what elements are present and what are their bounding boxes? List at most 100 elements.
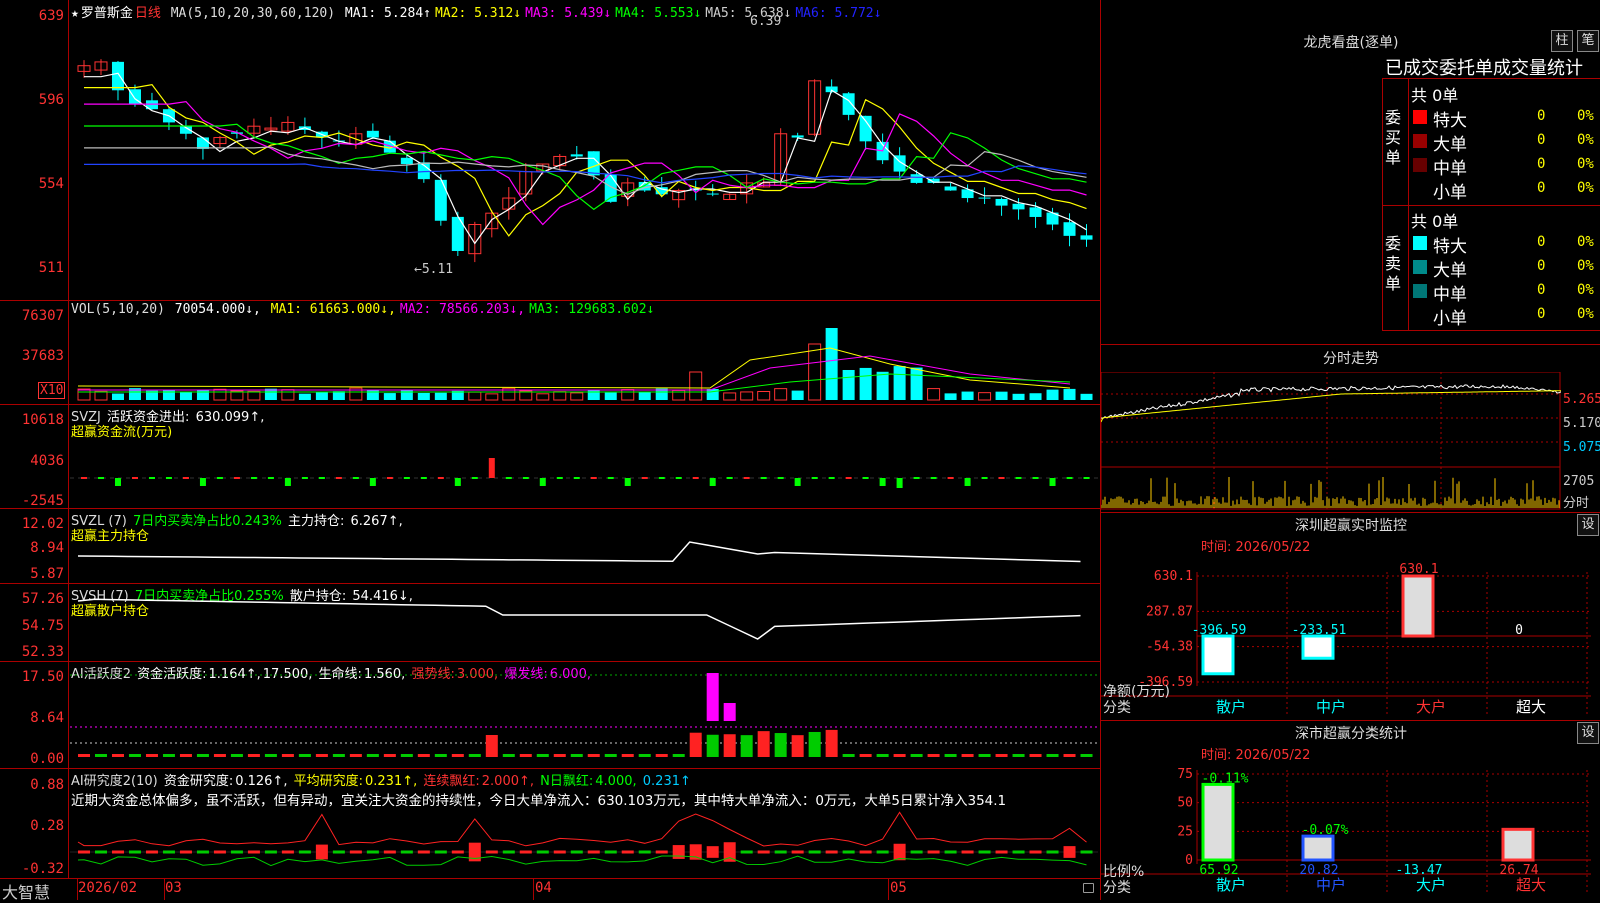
buy-row-count: 0 bbox=[1537, 180, 1546, 196]
activity-bar bbox=[621, 754, 634, 757]
brand-logo[interactable]: 大智慧 bbox=[2, 879, 50, 903]
y-label: 639 bbox=[38, 8, 64, 24]
bar-mode-button[interactable]: 柱 bbox=[1551, 30, 1573, 52]
activity-peak-bar bbox=[706, 673, 719, 721]
x-label: 03 bbox=[165, 880, 182, 896]
stats-bar bbox=[1501, 827, 1535, 862]
research-bar bbox=[247, 850, 260, 854]
research-bar bbox=[961, 850, 974, 854]
research-bar bbox=[434, 850, 447, 854]
stats-value-label: -13.47 bbox=[1396, 863, 1443, 878]
buy-row-name: 特大 bbox=[1433, 111, 1467, 131]
activity-bar bbox=[791, 735, 804, 757]
tick-mode-button[interactable]: 笔 bbox=[1577, 30, 1599, 52]
volume-bar bbox=[757, 390, 771, 401]
activity-bar bbox=[876, 754, 889, 757]
activity-bar bbox=[944, 754, 957, 757]
research-bar bbox=[604, 850, 617, 854]
volume-bar bbox=[298, 393, 311, 400]
ma-line bbox=[84, 100, 1087, 226]
sz-monitor-panel[interactable]: 深圳超赢实时监控 设 时间: 2026/05/22 630.1 287.87 -54… bbox=[1101, 512, 1600, 721]
svzj-tick bbox=[403, 477, 410, 479]
volume-bar bbox=[876, 371, 889, 400]
research-bar bbox=[553, 850, 566, 854]
research-bar bbox=[400, 850, 413, 854]
research-bar bbox=[264, 850, 277, 854]
y-label: -54.38 bbox=[1146, 640, 1193, 655]
y-label: 0.00 bbox=[30, 751, 64, 767]
candle-body bbox=[196, 137, 209, 149]
activity-bar bbox=[349, 754, 362, 757]
y-label: 54.75 bbox=[21, 618, 64, 634]
y-label: 10618 bbox=[21, 412, 64, 428]
candle-body bbox=[400, 157, 413, 165]
stats-bar-chart[interactable]: 75 50 25 0 比例%分类 散户 -0.11% 65.92 中户 -0.07% 20.82 大户… bbox=[1101, 764, 1600, 900]
volume-bar bbox=[689, 371, 703, 401]
svzl-y-axis: 12.02 8.94 5.87 bbox=[0, 508, 69, 583]
intraday-panel[interactable]: 分时走势 5.265 5.170 5.075 2705 分时 bbox=[1101, 344, 1600, 513]
volume-bars bbox=[77, 328, 1093, 401]
intraday-chart[interactable] bbox=[1101, 372, 1561, 510]
activity-bar bbox=[689, 732, 702, 757]
stats-bar bbox=[1201, 782, 1235, 862]
y-label: 25 bbox=[1177, 824, 1193, 839]
vol-name: VOL(5,10,20) bbox=[71, 302, 165, 317]
monitor-bar-chart[interactable]: 630.1287.87-54.38-396.59净额(万元)分类 散户-396.5… bbox=[1101, 556, 1600, 720]
svsh-holding-line bbox=[77, 598, 1081, 640]
svzj-tick bbox=[743, 477, 750, 479]
sell-color-swatch bbox=[1413, 284, 1427, 298]
research-bar bbox=[128, 850, 141, 854]
volume-bar bbox=[434, 392, 447, 400]
candle-body bbox=[434, 179, 447, 221]
activity-bar bbox=[961, 754, 974, 757]
research-bar bbox=[94, 850, 107, 854]
sell-row-count: 0 bbox=[1537, 234, 1546, 250]
sz-stats-panel[interactable]: 深市超赢分类统计 设 时间: 2026/05/22 75 50 25 0 比例% 分类 散户… bbox=[1101, 720, 1600, 900]
activity-bar bbox=[1046, 754, 1059, 757]
research-bar bbox=[893, 843, 906, 861]
svzj-tick bbox=[81, 477, 87, 479]
lock-icon[interactable] bbox=[1083, 883, 1094, 893]
high-price-mark: 6.39 bbox=[750, 14, 782, 29]
ai-research-panel[interactable]: 0.88 0.28 -0.32 AI研究度2(10) 资金研究度: 0.126↑,… bbox=[0, 768, 1100, 879]
monitor-settings-button[interactable]: 设 bbox=[1577, 514, 1599, 536]
svzj-bar bbox=[896, 478, 903, 488]
svsh-panel[interactable]: 57.26 54.75 52.33 SVSH (7) 7日内买卖净占比0.255… bbox=[0, 583, 1100, 662]
buy-row-name: 大单 bbox=[1433, 135, 1467, 155]
volume-bar bbox=[961, 391, 974, 400]
main-kline-panel[interactable]: 639 596 554 511 ★ 罗普斯金 日线 MA(5,10,20,30,60… bbox=[0, 0, 1100, 301]
y-label: 287.87 bbox=[1146, 604, 1193, 619]
ai-activity-panel[interactable]: 17.50 8.64 0.00 AI活跃度2 资金活跃度: 1.164↑, 17.5… bbox=[0, 661, 1100, 769]
ai-research-y-axis: 0.88 0.28 -0.32 bbox=[0, 768, 69, 878]
volume-bar bbox=[927, 388, 941, 401]
ai-research-bars bbox=[70, 811, 1098, 867]
activity-bar bbox=[910, 754, 923, 757]
monitor-title: 深圳超赢实时监控 bbox=[1295, 518, 1407, 534]
monitor-bar-label: 630.1 bbox=[1399, 562, 1438, 577]
svzj-tick bbox=[131, 477, 138, 479]
monitor-bar-label: -233.51 bbox=[1292, 623, 1347, 638]
svzl-panel[interactable]: 12.02 8.94 5.87 SVZL (7) 7日内买卖净占比0.243% … bbox=[0, 508, 1100, 584]
candle-body bbox=[366, 130, 379, 138]
research-bar bbox=[587, 850, 600, 854]
svzj-panel[interactable]: 10618 4036 -2545 SVZJ 活跃资金进出: 630.099↑, … bbox=[0, 404, 1100, 509]
activity-bar bbox=[417, 754, 430, 757]
longhu-tabs[interactable]: 已成交委托单成交量统计 bbox=[1385, 54, 1600, 80]
volume-bar bbox=[536, 393, 550, 401]
stats-settings-button[interactable]: 设 bbox=[1577, 722, 1599, 744]
intraday-y-label: 5.265 bbox=[1563, 392, 1600, 407]
svzj-tick bbox=[148, 477, 155, 479]
y-label: 4036 bbox=[30, 453, 64, 469]
candlestick-chart[interactable] bbox=[70, 16, 1098, 296]
svzj-tick bbox=[981, 477, 988, 479]
volume-bar bbox=[740, 391, 754, 401]
vol-ma-legend-item: MA3: 129683.602↓ bbox=[529, 302, 655, 317]
activity-bar bbox=[94, 754, 107, 757]
volume-panel[interactable]: 76307 37683 X10 VOL(5,10,20) 70054.000↓,… bbox=[0, 300, 1100, 405]
sell-row-name: 大单 bbox=[1433, 261, 1467, 281]
stats-title: 深市超赢分类统计 bbox=[1295, 726, 1407, 742]
svzj-tick bbox=[675, 477, 682, 479]
research-bar bbox=[1012, 850, 1025, 854]
activity-bar bbox=[553, 754, 566, 757]
svzj-tick bbox=[811, 477, 818, 479]
